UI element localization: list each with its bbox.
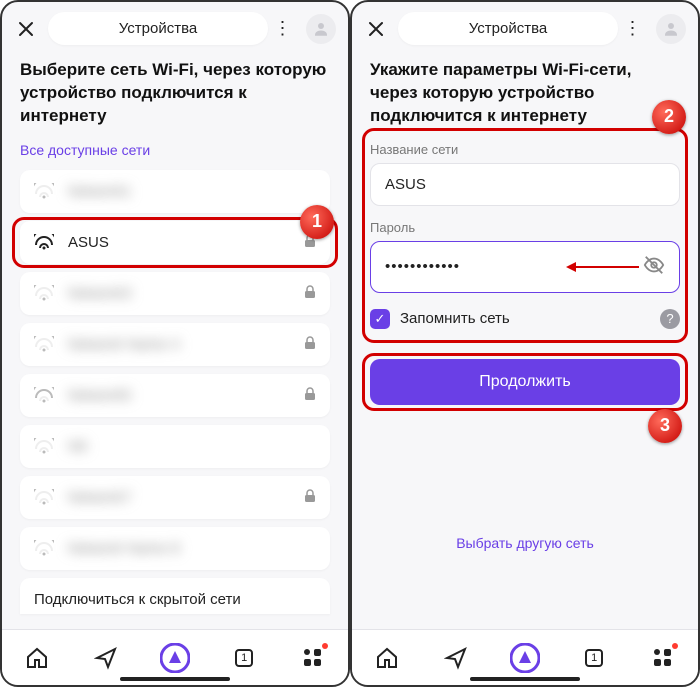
step-badge-1: 1: [300, 205, 334, 239]
remember-checkbox[interactable]: ✓: [370, 309, 390, 329]
password-label: Пароль: [370, 220, 680, 235]
nav-home-icon[interactable]: [19, 640, 55, 676]
wifi-name: Network3: [68, 285, 304, 302]
wifi-icon: [34, 489, 54, 505]
wifi-icon: [34, 234, 54, 250]
wifi-item[interactable]: Network1: [20, 170, 330, 213]
wifi-name: ASUS: [68, 234, 304, 251]
title-bar: Устройства ⋮: [48, 12, 296, 45]
wifi-name: Network1: [68, 183, 316, 200]
nav-home-icon[interactable]: [369, 640, 405, 676]
bottom-nav: 1: [2, 629, 348, 685]
ssid-input[interactable]: ASUS: [370, 163, 680, 206]
wifi-name: Network5: [68, 387, 304, 404]
avatar[interactable]: [306, 14, 336, 44]
home-indicator: [470, 677, 580, 681]
lock-icon: [304, 387, 316, 404]
screen-wifi-list: Устройства ⋮ Выберите сеть Wi-Fi, через …: [0, 0, 350, 687]
wifi-icon: [34, 183, 54, 199]
nav-send-icon[interactable]: [88, 640, 124, 676]
wifi-list: Network1 ASUS1 Network3 Network Name 4 Netwo…: [20, 170, 330, 570]
wifi-icon: [34, 438, 54, 454]
hidden-network-link[interactable]: Подключиться к скрытой сети: [20, 578, 330, 614]
all-networks-link[interactable]: Все доступные сети: [20, 142, 330, 158]
wifi-item[interactable]: Network3: [20, 272, 330, 315]
eye-off-icon[interactable]: [643, 254, 665, 280]
wifi-item[interactable]: Network7: [20, 476, 330, 519]
wifi-item[interactable]: ASUS1: [20, 221, 330, 264]
heading: Выберите сеть Wi-Fi, через которую устро…: [20, 59, 330, 128]
notification-dot-icon: [322, 643, 328, 649]
ssid-label: Название сети: [370, 142, 680, 157]
page-title: Устройства: [48, 12, 268, 45]
content: Выберите сеть Wi-Fi, через которую устро…: [2, 53, 348, 629]
kebab-icon[interactable]: ⋮: [268, 15, 296, 43]
bottom-nav: 1: [352, 629, 698, 685]
annotation-arrow-icon: [569, 266, 639, 268]
step-badge-2: 2: [652, 100, 686, 134]
nav-apps-icon[interactable]: [295, 640, 331, 676]
nav-apps-icon[interactable]: [645, 640, 681, 676]
wifi-item[interactable]: Network Name 4: [20, 323, 330, 366]
wifi-icon: [34, 540, 54, 556]
avatar[interactable]: [656, 14, 686, 44]
home-indicator: [120, 677, 230, 681]
wifi-item[interactable]: N6: [20, 425, 330, 468]
screen-wifi-password: Устройства ⋮ Укажите параметры Wi-Fi-сет…: [350, 0, 700, 687]
lock-icon: [304, 285, 316, 302]
nav-tabs-icon[interactable]: 1: [226, 640, 262, 676]
header: Устройства ⋮: [352, 2, 698, 53]
close-icon[interactable]: [14, 17, 38, 41]
wifi-name: Network Name 8: [68, 540, 316, 557]
notification-dot-icon: [672, 643, 678, 649]
wifi-icon: [34, 387, 54, 403]
step-badge-3: 3: [648, 409, 682, 443]
wifi-item[interactable]: Network Name 8: [20, 527, 330, 570]
page-title: Устройства: [398, 12, 618, 45]
nav-alice-icon[interactable]: [507, 640, 543, 676]
wifi-name: Network Name 4: [68, 336, 304, 353]
header: Устройства ⋮: [2, 2, 348, 53]
wifi-name: Network7: [68, 489, 304, 506]
password-input[interactable]: ••••••••••••: [370, 241, 680, 293]
title-bar: Устройства ⋮: [398, 12, 646, 45]
remember-label: Запомнить сеть: [400, 310, 660, 327]
wifi-name: N6: [68, 438, 316, 455]
choose-other-link[interactable]: Выбрать другую сеть: [370, 535, 680, 551]
help-icon[interactable]: ?: [660, 309, 680, 329]
lock-icon: [304, 336, 316, 353]
nav-alice-icon[interactable]: [157, 640, 193, 676]
continue-button[interactable]: Продолжить 3: [370, 359, 680, 405]
wifi-form: 2 Название сети ASUS Пароль ••••••••••••…: [370, 128, 680, 343]
remember-row: ✓ Запомнить сеть ?: [370, 309, 680, 329]
kebab-icon[interactable]: ⋮: [618, 15, 646, 43]
wifi-item[interactable]: Network5: [20, 374, 330, 417]
nav-send-icon[interactable]: [438, 640, 474, 676]
lock-icon: [304, 489, 316, 506]
nav-tabs-icon[interactable]: 1: [576, 640, 612, 676]
wifi-icon: [34, 336, 54, 352]
content: Укажите параметры Wi-Fi-сети, через кото…: [352, 53, 698, 629]
close-icon[interactable]: [364, 17, 388, 41]
wifi-icon: [34, 285, 54, 301]
heading: Укажите параметры Wi-Fi-сети, через кото…: [370, 59, 680, 128]
